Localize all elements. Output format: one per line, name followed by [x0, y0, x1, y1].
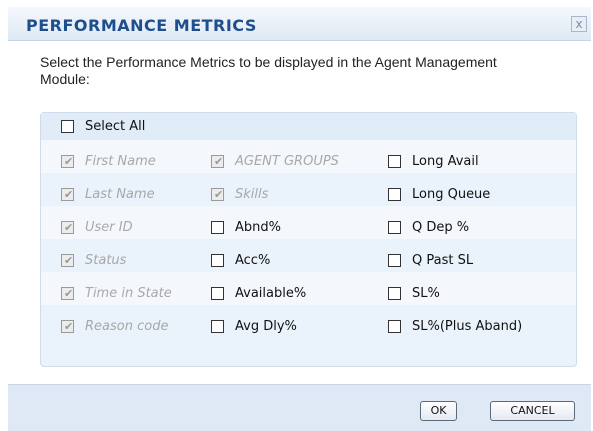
metric-label: Long Avail	[412, 154, 479, 169]
performance-metrics-dialog: PERFORMANCE METRICS x Select the Perform…	[0, 0, 593, 431]
close-icon[interactable]: x	[571, 16, 587, 32]
metric-checkbox[interactable]	[388, 287, 401, 300]
metric-checkbox[interactable]	[388, 188, 401, 201]
metric-checkbox[interactable]	[388, 254, 401, 267]
metric-label: Acc%	[235, 253, 271, 268]
metric-label: Long Queue	[412, 187, 491, 202]
metric-checkbox[interactable]	[211, 320, 224, 333]
metric-checkbox: ✔	[61, 287, 74, 300]
dialog-titlebar: PERFORMANCE METRICS x	[8, 7, 591, 41]
dialog-title: PERFORMANCE METRICS	[26, 16, 257, 35]
ok-button[interactable]: OK	[420, 401, 457, 421]
checkmark-icon: ✔	[214, 188, 224, 201]
metric-label: Q Dep %	[412, 220, 470, 235]
metric-label: Time in State	[85, 286, 172, 301]
metric-checkbox[interactable]	[388, 320, 401, 333]
metric-label: User ID	[85, 220, 133, 235]
metric-checkbox[interactable]	[211, 221, 224, 234]
metric-checkbox[interactable]	[211, 254, 224, 267]
metric-label: Last Name	[85, 187, 155, 202]
metric-label: Avg Dly%	[235, 319, 297, 334]
metric-checkbox: ✔	[61, 221, 74, 234]
metrics-panel: Select All ✔ First Name ✔ Last Name ✔ User ID…	[40, 112, 577, 367]
checkmark-icon: ✔	[64, 287, 74, 300]
checkmark-icon: ✔	[64, 155, 74, 168]
select-all-label: Select All	[85, 119, 146, 134]
metric-checkbox: ✔	[211, 188, 224, 201]
metric-checkbox: ✔	[61, 155, 74, 168]
checkmark-icon: ✔	[64, 254, 74, 267]
metric-checkbox[interactable]	[211, 287, 224, 300]
metric-label: Q Past SL	[412, 253, 474, 268]
select-all-checkbox[interactable]	[61, 120, 74, 133]
metric-label: Skills	[235, 187, 269, 202]
metric-checkbox: ✔	[211, 155, 224, 168]
metric-checkbox: ✔	[61, 188, 74, 201]
metric-label: First Name	[85, 154, 156, 169]
checkmark-icon: ✔	[64, 188, 74, 201]
metric-label: Status	[85, 253, 127, 268]
metric-label: AGENT GROUPS	[235, 154, 339, 169]
metric-checkbox[interactable]	[388, 155, 401, 168]
metric-label: SL%	[412, 286, 440, 301]
cancel-button[interactable]: CANCEL	[490, 401, 575, 421]
checkmark-icon: ✔	[64, 221, 74, 234]
metric-checkbox: ✔	[61, 320, 74, 333]
metric-label: Available%	[235, 286, 307, 301]
metric-label: SL%(Plus Aband)	[412, 319, 523, 334]
select-all-row: Select All	[41, 113, 576, 141]
checkmark-icon: ✔	[214, 155, 224, 168]
metric-checkbox: ✔	[61, 254, 74, 267]
checkmark-icon: ✔	[64, 320, 74, 333]
metric-label: Abnd%	[235, 220, 281, 235]
instruction-text: Select the Performance Metrics to be dis…	[40, 54, 497, 87]
metric-label: Reason code	[85, 319, 169, 334]
metric-checkbox[interactable]	[388, 221, 401, 234]
